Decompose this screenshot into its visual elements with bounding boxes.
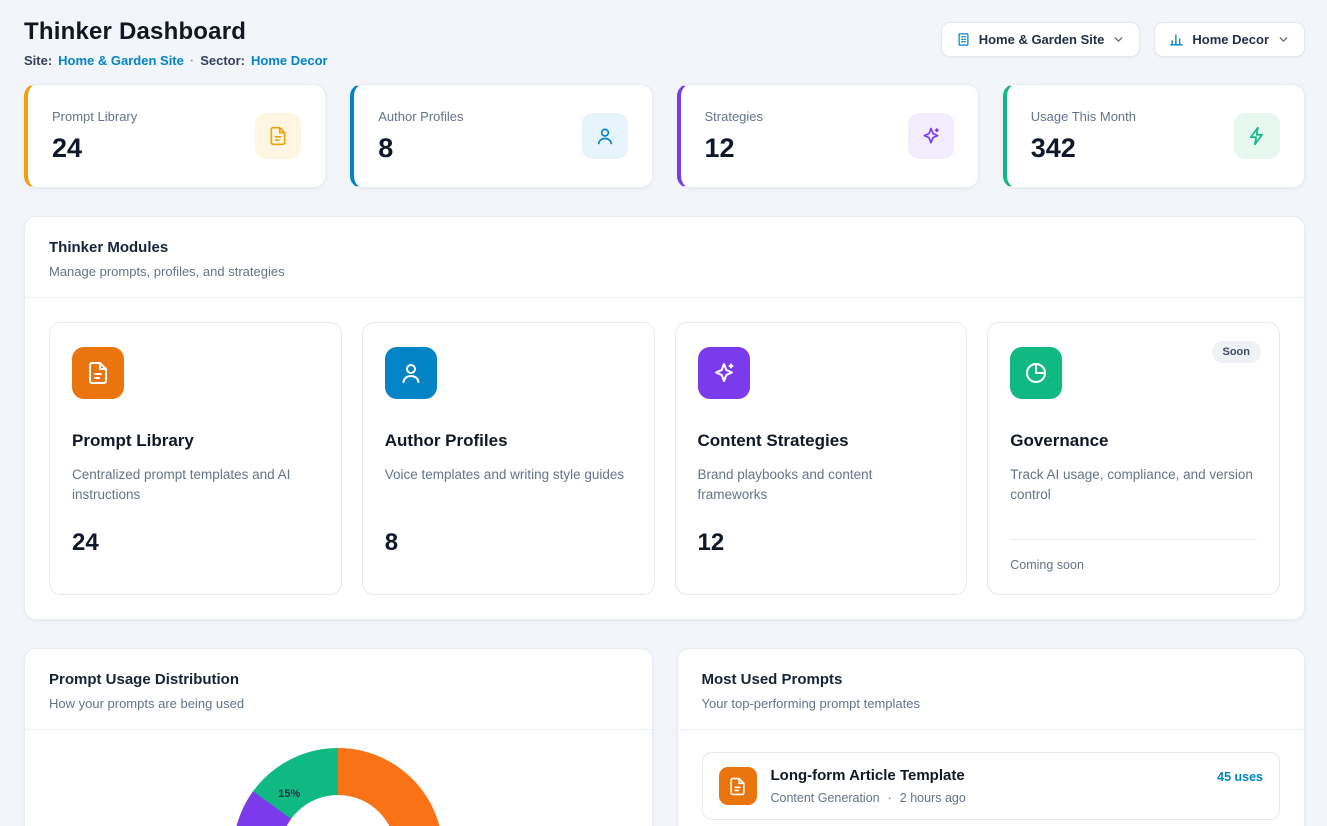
stat-label: Prompt Library (52, 109, 137, 124)
stat-value: 24 (52, 133, 137, 164)
sector-link[interactable]: Home Decor (251, 53, 328, 68)
modules-subtitle: Manage prompts, profiles, and strategies (49, 264, 1280, 279)
module-description: Centralized prompt templates and AI inst… (72, 465, 319, 525)
site-label: Site: (24, 53, 52, 68)
bottom-row: Prompt Usage Distribution How your promp… (24, 648, 1305, 826)
prompt-time: 2 hours ago (900, 791, 966, 805)
site-link[interactable]: Home & Garden Site (58, 53, 184, 68)
stat-card-author-profiles: Author Profiles 8 (350, 84, 652, 188)
stat-value: 342 (1031, 133, 1136, 164)
page-title: Thinker Dashboard (24, 18, 328, 46)
document-icon (255, 113, 301, 159)
prompt-uses-badge: 45 uses (1217, 767, 1263, 784)
module-value: 24 (72, 529, 319, 557)
stat-text: Author Profiles 8 (378, 109, 463, 164)
prompt-item-text: Long-form Article Template Content Gener… (771, 767, 966, 805)
module-value: 8 (385, 529, 632, 557)
separator-dot: · (190, 53, 194, 68)
stat-card-usage: Usage This Month 342 (1003, 84, 1305, 188)
donut-segment-label: 15% (278, 788, 300, 800)
usage-distribution-header: Prompt Usage Distribution How your promp… (25, 649, 652, 730)
prompt-item-title: Long-form Article Template (771, 767, 966, 784)
user-icon (385, 347, 437, 399)
module-title: Content Strategies (698, 431, 945, 451)
lightning-icon (1234, 113, 1280, 159)
most-used-subtitle: Your top-performing prompt templates (702, 696, 1281, 711)
most-used-prompts-card: Most Used Prompts Your top-performing pr… (677, 648, 1306, 826)
chevron-down-icon (1112, 33, 1125, 46)
chevron-down-icon (1277, 33, 1290, 46)
module-card-prompt-library[interactable]: Prompt Library Centralized prompt templa… (49, 322, 342, 595)
breadcrumb: Site: Home & Garden Site · Sector: Home … (24, 53, 328, 68)
usage-donut: 15% (233, 748, 443, 826)
building-icon (956, 32, 971, 47)
pie-chart-icon (1010, 347, 1062, 399)
bar-chart-icon (1169, 32, 1184, 47)
site-dropdown[interactable]: Home & Garden Site (941, 22, 1141, 57)
stat-label: Usage This Month (1031, 109, 1136, 124)
prompt-item-meta: Content Generation · 2 hours ago (771, 791, 966, 805)
site-dropdown-label: Home & Garden Site (979, 32, 1105, 47)
document-icon (719, 767, 757, 805)
stat-text: Usage This Month 342 (1031, 109, 1136, 164)
stat-label: Strategies (705, 109, 764, 124)
header-titles: Thinker Dashboard Site: Home & Garden Si… (24, 18, 328, 68)
module-card-author-profiles[interactable]: Author Profiles Voice templates and writ… (362, 322, 655, 595)
stat-card-prompt-library: Prompt Library 24 (24, 84, 326, 188)
module-title: Author Profiles (385, 431, 632, 451)
modules-header: Thinker Modules Manage prompts, profiles… (25, 217, 1304, 298)
stats-row: Prompt Library 24 Author Profiles 8 Stra… (24, 84, 1305, 188)
modules-grid: Prompt Library Centralized prompt templa… (25, 298, 1304, 619)
module-value: 12 (698, 529, 945, 557)
module-card-content-strategies[interactable]: Content Strategies Brand playbooks and c… (675, 322, 968, 595)
user-icon (582, 113, 628, 159)
divider (1010, 539, 1257, 540)
module-title: Governance (1010, 431, 1257, 451)
stat-value: 8 (378, 133, 463, 164)
module-description: Voice templates and writing style guides (385, 465, 632, 525)
module-title: Prompt Library (72, 431, 319, 451)
usage-distribution-title: Prompt Usage Distribution (49, 671, 628, 688)
coming-soon-text: Coming soon (1010, 558, 1257, 572)
soon-badge: Soon (1212, 341, 1262, 363)
thinker-modules-panel: Thinker Modules Manage prompts, profiles… (24, 216, 1305, 620)
dashboard-page: Thinker Dashboard Site: Home & Garden Si… (0, 0, 1327, 826)
modules-title: Thinker Modules (49, 239, 1280, 256)
stat-text: Prompt Library 24 (52, 109, 137, 164)
header-controls: Home & Garden Site Home Decor (941, 18, 1305, 57)
most-used-title: Most Used Prompts (702, 671, 1281, 688)
most-used-header: Most Used Prompts Your top-performing pr… (678, 649, 1305, 730)
sector-dropdown-label: Home Decor (1192, 32, 1269, 47)
stat-card-strategies: Strategies 12 (677, 84, 979, 188)
sector-dropdown[interactable]: Home Decor (1154, 22, 1305, 57)
usage-chart-area: 15% (25, 748, 652, 826)
module-card-governance[interactable]: Soon Governance Track AI usage, complian… (987, 322, 1280, 595)
document-icon (72, 347, 124, 399)
module-description: Brand playbooks and content frameworks (698, 465, 945, 525)
list-item[interactable]: Long-form Article Template Content Gener… (702, 752, 1281, 820)
most-used-list: Long-form Article Template Content Gener… (678, 730, 1305, 826)
module-description: Track AI usage, compliance, and version … (1010, 465, 1257, 525)
stat-label: Author Profiles (378, 109, 463, 124)
separator-dot: · (888, 791, 892, 805)
usage-distribution-subtitle: How your prompts are being used (49, 696, 628, 711)
stat-text: Strategies 12 (705, 109, 764, 164)
sparkle-star-icon (908, 113, 954, 159)
prompt-category: Content Generation (771, 791, 880, 805)
sector-label: Sector: (200, 53, 245, 68)
sparkle-star-icon (698, 347, 750, 399)
usage-distribution-card: Prompt Usage Distribution How your promp… (24, 648, 653, 826)
page-header: Thinker Dashboard Site: Home & Garden Si… (24, 18, 1305, 68)
stat-value: 12 (705, 133, 764, 164)
